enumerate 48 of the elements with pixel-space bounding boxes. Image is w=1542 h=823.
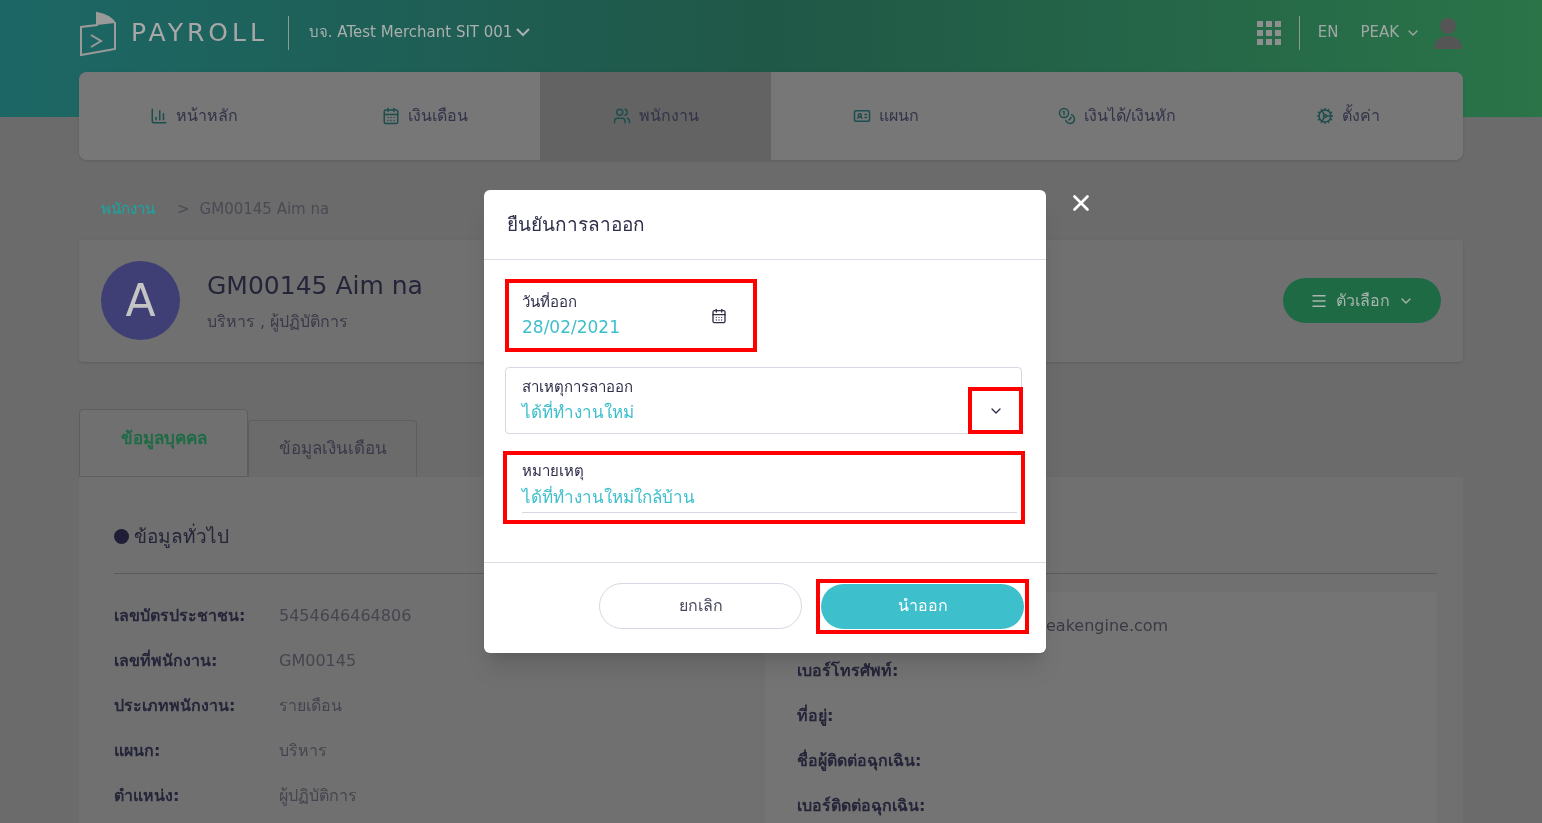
coins-icon bbox=[1057, 107, 1076, 125]
people-icon bbox=[612, 107, 631, 125]
company-selector[interactable]: บจ. ATest Merchant SIT 001 bbox=[308, 21, 531, 44]
info-label: เลขบัตรประชาชน: bbox=[114, 605, 247, 627]
select-field[interactable]: สาเหตุการลาออก ได้ที่ทำงานใหม่ bbox=[505, 367, 1022, 434]
nav-tab[interactable]: แผนก bbox=[771, 72, 1002, 160]
dialog-title: ยืนยันการลาออก bbox=[507, 212, 645, 238]
section-title: ข้อมูลทั่วไป bbox=[134, 522, 229, 550]
calendar-icon[interactable] bbox=[711, 307, 727, 324]
nav-tab[interactable]: หน้าหลัก bbox=[79, 72, 310, 160]
apps-grid-icon[interactable] bbox=[1256, 20, 1281, 45]
info-label: ที่อยู่: bbox=[797, 703, 835, 728]
info-label: ตำแหน่ง: bbox=[114, 785, 181, 807]
breadcrumb-separator: > bbox=[177, 199, 190, 220]
info-label: เลขที่พนักงาน: bbox=[114, 649, 219, 672]
logo-text: PAYROLL bbox=[131, 16, 268, 49]
id-card-icon bbox=[853, 107, 872, 125]
field-label: หมายเหตุ bbox=[522, 462, 585, 481]
avatar: A bbox=[101, 261, 180, 340]
field-value: ได้ที่ทำงานใหม่ใกล้บ้าน bbox=[522, 486, 695, 508]
chevron-icon[interactable] bbox=[968, 387, 1023, 434]
info-label: เบอร์โทรศัพท์: bbox=[797, 659, 900, 682]
email-value: eakengine.com bbox=[1046, 614, 1170, 637]
field-value: 28/02/2021 bbox=[522, 317, 620, 339]
info-label: ชื่อผู้ติดต่อฉุกเฉิน: bbox=[797, 748, 923, 773]
field-label: สาเหตุการลาออก bbox=[522, 377, 634, 397]
logo-icon bbox=[79, 10, 117, 57]
field-value: ได้ที่ทำงานใหม่ bbox=[522, 402, 634, 424]
remove-button[interactable]: นำออก bbox=[821, 583, 1024, 629]
info-label: เบอร์ติดต่อฉุกเฉิน: bbox=[797, 794, 927, 818]
bar-chart-icon bbox=[150, 107, 169, 125]
calendar-icon bbox=[382, 107, 400, 125]
date-field[interactable]: วันที่ออก 28/02/2021 bbox=[505, 279, 757, 352]
language-button[interactable]: EN bbox=[1317, 21, 1339, 44]
nav-tab[interactable]: เงินเดือน bbox=[309, 72, 541, 160]
bullet-icon bbox=[114, 529, 129, 544]
gear-icon bbox=[1315, 107, 1334, 125]
note-field[interactable]: หมายเหตุ ได้ที่ทำงานใหม่ใกล้บ้าน bbox=[503, 451, 1025, 524]
chevron-icon bbox=[516, 28, 531, 37]
nav-tab[interactable]: ตั้งค่า bbox=[1232, 72, 1463, 160]
options-button[interactable]: ตัวเลือก bbox=[1283, 278, 1441, 323]
breadcrumb-link[interactable]: พนักงาน bbox=[101, 198, 155, 221]
employee-name: GM00145 Aim na bbox=[207, 269, 423, 302]
user-menu[interactable]: PEAK bbox=[1360, 21, 1421, 44]
info-label: แผนก: bbox=[114, 740, 162, 762]
nav-tab[interactable]: เงินได้/เงินหัก bbox=[1001, 72, 1233, 160]
field-label: วันที่ออก bbox=[522, 292, 578, 312]
info-label: ประเภทพนักงาน: bbox=[114, 695, 237, 717]
